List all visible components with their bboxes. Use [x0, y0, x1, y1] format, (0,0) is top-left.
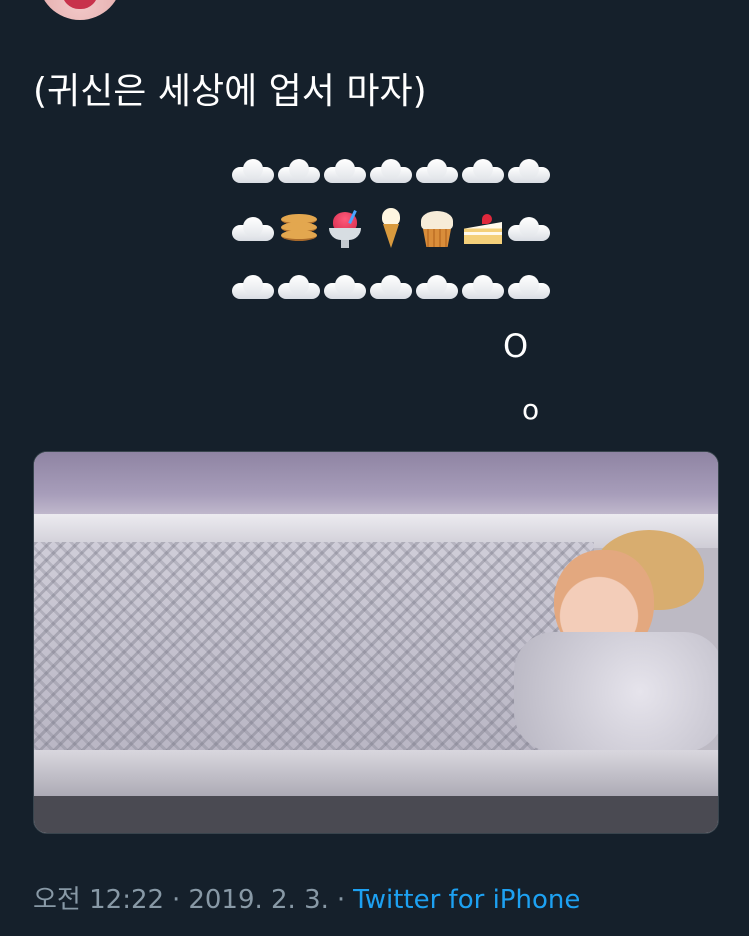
shaved-ice-icon — [322, 206, 368, 252]
emoji-row-bottom — [230, 258, 560, 316]
cloud-icon — [506, 264, 552, 310]
emoji-art — [230, 142, 560, 316]
cloud-icon — [276, 148, 322, 194]
photo-top-sheet — [34, 452, 718, 522]
thought-bubble-small: o — [522, 393, 540, 426]
tweet-meta: 오전 12:22 · 2019. 2. 3. · Twitter for iPhone — [33, 882, 580, 918]
photo-blanket — [34, 542, 594, 762]
cloud-icon — [322, 148, 368, 194]
cloud-icon — [322, 264, 368, 310]
thought-bubble-large: O — [503, 327, 529, 365]
tweet-time[interactable]: 오전 12:22 — [33, 885, 164, 915]
emoji-row-top — [230, 142, 560, 200]
tweet-photo[interactable] — [33, 451, 719, 834]
cloud-icon — [414, 264, 460, 310]
emoji-row-middle — [230, 200, 560, 258]
cloud-icon — [368, 264, 414, 310]
shortcake-icon — [460, 206, 506, 252]
tweet-date[interactable]: 2019. 2. 3. — [188, 885, 329, 915]
cloud-icon — [460, 264, 506, 310]
tweet-text: (귀신은 세상에 업서 마자) — [33, 71, 427, 112]
ice-cream-icon — [368, 206, 414, 252]
photo-floor — [34, 796, 718, 833]
cloud-icon — [230, 206, 276, 252]
meta-separator: · — [336, 885, 346, 915]
cloud-icon — [230, 148, 276, 194]
cloud-icon — [506, 148, 552, 194]
meta-separator: · — [172, 885, 181, 915]
cloud-icon — [276, 264, 322, 310]
cloud-icon — [368, 148, 414, 194]
photo-bed-base — [34, 750, 718, 800]
photo-pillow — [514, 632, 718, 752]
avatar[interactable] — [38, 0, 122, 20]
cloud-icon — [230, 264, 276, 310]
cloud-icon — [460, 148, 506, 194]
cupcake-icon — [414, 206, 460, 252]
avatar-mouth — [62, 0, 98, 9]
cloud-icon — [414, 148, 460, 194]
cloud-icon — [506, 206, 552, 252]
pancakes-icon — [276, 206, 322, 252]
tweet-source-link[interactable]: Twitter for iPhone — [353, 885, 580, 915]
